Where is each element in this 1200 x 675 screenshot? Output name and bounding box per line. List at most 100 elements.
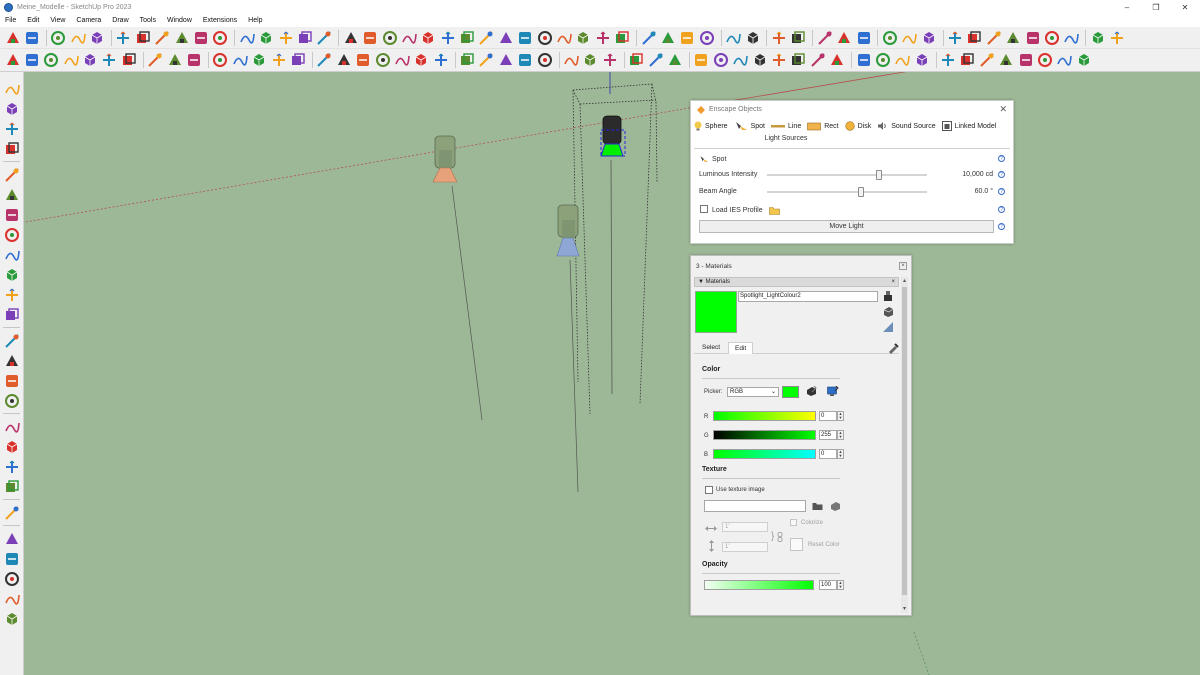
pan-tool-button[interactable]: [3, 478, 20, 495]
b-spinner[interactable]: ▲ ▼: [837, 449, 844, 459]
enscape-close-button[interactable]: ✕: [999, 104, 1007, 115]
freehand-button[interactable]: [381, 29, 398, 46]
spot-light-button[interactable]: [874, 52, 891, 69]
brush-button[interactable]: [270, 52, 287, 69]
freehand-curve-tool-button[interactable]: [3, 166, 20, 183]
car-button[interactable]: [1024, 29, 1041, 46]
curve-button[interactable]: [400, 29, 417, 46]
arc-tool-button[interactable]: [3, 226, 20, 243]
light-type-sphere[interactable]: Sphere: [694, 121, 728, 131]
light-type-rect[interactable]: Rect: [807, 121, 839, 131]
compare-button[interactable]: [855, 29, 872, 46]
cube-white-button[interactable]: [744, 29, 761, 46]
loop-button[interactable]: [517, 29, 534, 46]
house-orange-button[interactable]: [459, 52, 476, 69]
menu-edit[interactable]: Edit: [27, 17, 39, 24]
beam-angle-slider[interactable]: [767, 191, 927, 193]
view-back-button[interactable]: [82, 52, 99, 69]
book-button[interactable]: [147, 52, 164, 69]
scissors-button[interactable]: [947, 29, 964, 46]
star-button[interactable]: [913, 52, 930, 69]
scroll-up-icon[interactable]: ▴: [901, 277, 908, 285]
eyeglasses-button[interactable]: [966, 29, 983, 46]
gear-flower-button[interactable]: [582, 52, 599, 69]
octagon-button[interactable]: [594, 29, 611, 46]
components-button[interactable]: [4, 29, 21, 46]
zoom-extents-tool-button[interactable]: [3, 352, 20, 369]
menu-file[interactable]: File: [5, 17, 16, 24]
box-d-button[interactable]: [374, 52, 391, 69]
add-button[interactable]: [693, 52, 710, 69]
view-right-button[interactable]: [62, 52, 79, 69]
menu-tools[interactable]: Tools: [140, 17, 156, 24]
redo-button[interactable]: [296, 29, 313, 46]
circle-tool-button[interactable]: [3, 206, 20, 223]
undo-button[interactable]: [277, 29, 294, 46]
view-top-button[interactable]: [23, 52, 40, 69]
wand-tool-button[interactable]: [3, 80, 20, 97]
stack-tool-button[interactable]: [3, 570, 20, 587]
move-light-button[interactable]: Move Light: [699, 220, 994, 233]
view-left-button[interactable]: [101, 52, 118, 69]
copy-tool-button[interactable]: [3, 550, 20, 567]
box-f-button[interactable]: [413, 52, 430, 69]
menu-camera[interactable]: Camera: [76, 17, 101, 24]
spiral-tool-button[interactable]: [3, 266, 20, 283]
chain-link-icon[interactable]: [777, 532, 783, 542]
mail-button[interactable]: [809, 52, 826, 69]
eraser-path-button[interactable]: [1075, 52, 1092, 69]
menu-help[interactable]: Help: [248, 17, 262, 24]
render-button[interactable]: [901, 29, 918, 46]
scale-button[interactable]: [173, 29, 190, 46]
house-blue-button[interactable]: [497, 52, 514, 69]
help-icon[interactable]: ?: [998, 223, 1005, 230]
knot-button[interactable]: [679, 29, 696, 46]
materials-scrollbar[interactable]: ▴ ▾: [901, 277, 908, 613]
wave-button[interactable]: [575, 29, 592, 46]
r-spinner[interactable]: ▲ ▼: [837, 411, 844, 421]
luminous-intensity-thumb[interactable]: [876, 170, 882, 180]
circle-button[interactable]: [420, 29, 437, 46]
compass-tool-button[interactable]: [3, 610, 20, 627]
sample-paint-icon[interactable]: [882, 321, 894, 333]
offset-button[interactable]: [459, 29, 476, 46]
reset-color-swatch[interactable]: [790, 538, 803, 551]
light-type-line[interactable]: Line: [770, 121, 801, 131]
info-button[interactable]: [829, 52, 846, 69]
g-channel-slider[interactable]: [713, 430, 816, 440]
g-value-field[interactable]: 255: [819, 430, 837, 440]
view-iso-button[interactable]: [4, 52, 21, 69]
texture-path-field[interactable]: [704, 500, 806, 512]
cube-red-button[interactable]: [698, 29, 715, 46]
gradient-button[interactable]: [251, 52, 268, 69]
wand-button[interactable]: [289, 52, 306, 69]
axes-tool-button[interactable]: [3, 140, 20, 157]
opacity-value-field[interactable]: 100: [819, 580, 837, 590]
box-e-button[interactable]: [393, 52, 410, 69]
rainbow-button[interactable]: [1089, 29, 1106, 46]
polygon-button[interactable]: [439, 29, 456, 46]
luminous-intensity-slider[interactable]: [767, 174, 927, 176]
protractor-tool-button[interactable]: [3, 306, 20, 323]
box-b-button[interactable]: [335, 52, 352, 69]
r-value-field[interactable]: 0: [819, 411, 837, 421]
enscape-logo-button[interactable]: [628, 52, 645, 69]
bezier-button[interactable]: [497, 29, 514, 46]
path-c-button[interactable]: [978, 52, 995, 69]
menu-window[interactable]: Window: [167, 17, 192, 24]
mesh-button[interactable]: [69, 29, 86, 46]
tab-edit[interactable]: Edit: [728, 342, 754, 354]
browse-folder-icon[interactable]: [812, 501, 823, 511]
opacity-slider[interactable]: [704, 580, 814, 590]
create-material-icon[interactable]: [882, 290, 894, 302]
tab-select[interactable]: Select: [696, 342, 726, 354]
color-swatch[interactable]: [782, 386, 799, 398]
shapes-button[interactable]: [89, 29, 106, 46]
curve-tool-button[interactable]: [3, 246, 20, 263]
pushpull-button[interactable]: [134, 29, 151, 46]
box-c-button[interactable]: [355, 52, 372, 69]
sun-button[interactable]: [881, 29, 898, 46]
texture-height-field[interactable]: 1': [722, 542, 768, 552]
position-tool-button[interactable]: [3, 438, 20, 455]
cube-small-button[interactable]: [212, 52, 229, 69]
